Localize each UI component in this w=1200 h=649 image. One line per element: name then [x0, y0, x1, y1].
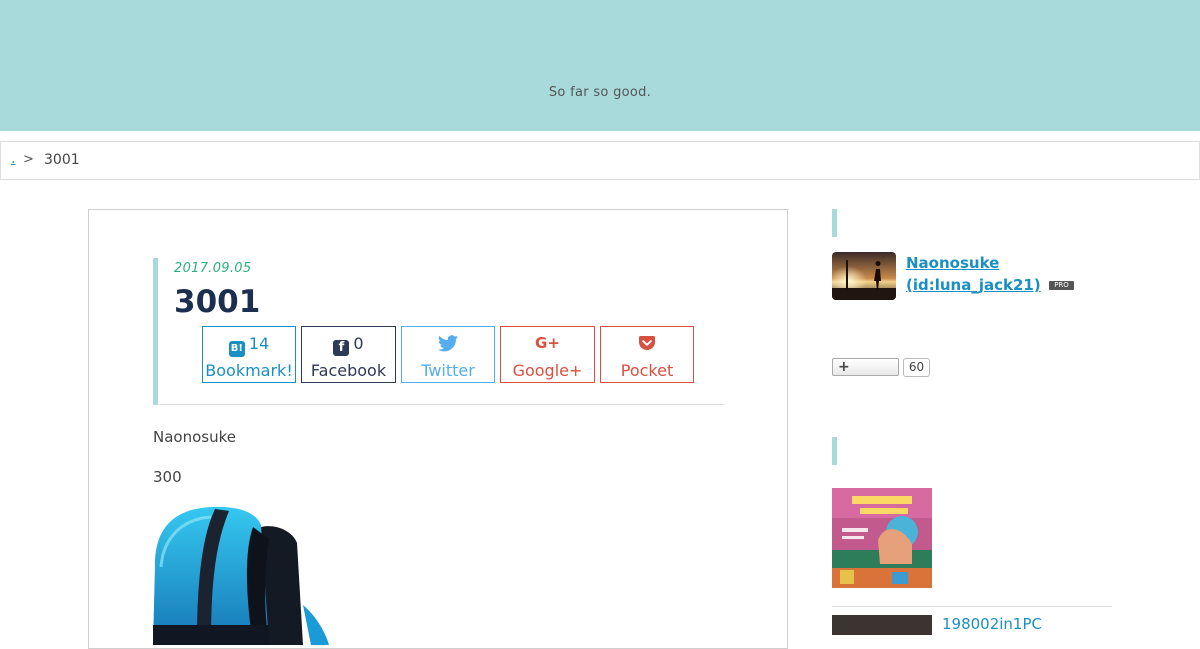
pocket-icon [639, 336, 655, 350]
twitter-share-button[interactable]: Twitter [401, 326, 495, 383]
hatena-bookmark-button[interactable]: B! 14 Bookmark! [202, 326, 296, 383]
entry-body-author: Naonosuke [153, 428, 236, 446]
breadcrumb-separator: > [23, 152, 34, 167]
pro-badge: PRO [1049, 281, 1074, 290]
star-count[interactable]: 60 [903, 358, 930, 377]
star-add-button[interactable]: + [832, 358, 899, 376]
related-thumbnail-poster[interactable] [832, 488, 932, 588]
entry-date[interactable]: 2017.09.05 [174, 261, 251, 276]
pocket-share-button[interactable]: Pocket [600, 326, 694, 383]
hatena-bookmark-label: Bookmark! [205, 361, 293, 380]
pocket-label: Pocket [620, 361, 674, 380]
hatena-bookmark-icon: B! [228, 341, 245, 357]
plus-icon: + [838, 359, 850, 375]
sidebar-section-marker-2 [832, 437, 837, 465]
entry-header: 2017.09.05 3001 B! 14 Bookmark! f0 Facebo… [153, 258, 724, 405]
twitter-label: Twitter [421, 361, 475, 380]
facebook-count: 0 [353, 334, 364, 353]
blog-header: So far so good. [0, 0, 1200, 131]
related-thumbnail-2[interactable] [832, 615, 932, 635]
hatena-bookmark-count: 14 [248, 334, 270, 353]
backpack-image[interactable] [153, 505, 353, 645]
blog-tagline: So far so good. [548, 85, 652, 100]
breadcrumb-current: 3001 [44, 152, 80, 168]
author-id: (id:luna_jack21) [906, 276, 1041, 294]
googleplus-label: Google+ [512, 361, 583, 380]
sidebar-divider [832, 606, 1112, 607]
facebook-label: Facebook [310, 361, 387, 380]
twitter-bird-icon [438, 335, 458, 352]
facebook-icon: f [333, 340, 350, 356]
breadcrumb-home-link[interactable]: . [11, 151, 15, 167]
author-avatar[interactable] [832, 252, 896, 300]
googleplus-share-button[interactable]: G+ Google+ [500, 326, 595, 383]
entry-article: 2017.09.05 3001 B! 14 Bookmark! f0 Facebo… [88, 209, 788, 649]
entry-title[interactable]: 3001 [174, 284, 260, 320]
related-entry-link[interactable]: 198002in1PC [942, 615, 1042, 633]
googleplus-icon: G+ [535, 334, 560, 352]
author-profile-link[interactable]: Naonosuke (id:luna_jack21) [906, 252, 1041, 296]
sidebar-section-marker [832, 209, 837, 237]
facebook-share-button[interactable]: f0 Facebook [301, 326, 396, 383]
breadcrumb: . > 3001 [0, 141, 1200, 180]
author-name: Naonosuke [906, 254, 1000, 272]
entry-body-number: 300 [153, 468, 182, 486]
